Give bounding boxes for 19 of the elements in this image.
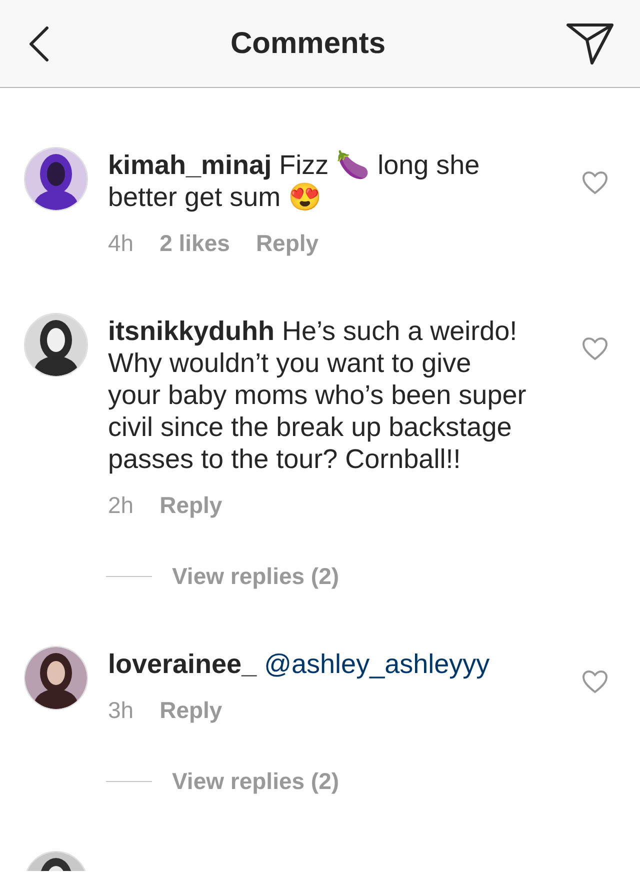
reply-link[interactable]: Reply xyxy=(256,229,319,257)
view-replies-link[interactable]: View replies (2) xyxy=(172,563,340,590)
comment-time: 3h xyxy=(108,696,134,724)
heart-icon[interactable] xyxy=(582,670,608,694)
view-replies-link[interactable]: View replies (2) xyxy=(172,768,340,795)
page-title: Comments xyxy=(230,26,386,60)
comment-text: kimah_minaj Fizz 🍆 long she better get sum 😍 xyxy=(108,149,481,213)
send-icon[interactable] xyxy=(566,22,614,64)
mention-link[interactable]: @ashley_ashleyyy xyxy=(264,649,490,679)
comment-text: itsnikkyduhh He’s such a weirdo! Why wouldn’t you want to give your baby moms who’s been super civil since the break up backstage passes to the tour? Cornball!! xyxy=(108,315,528,475)
heart-icon[interactable] xyxy=(582,171,608,195)
back-icon[interactable] xyxy=(28,26,50,62)
reply-link[interactable]: Reply xyxy=(160,696,222,724)
heart-icon[interactable] xyxy=(582,337,608,361)
reply-link[interactable]: Reply xyxy=(160,491,222,519)
like-count[interactable]: 2 likes xyxy=(160,229,230,257)
comment-time: 4h xyxy=(108,229,134,257)
comment-time: 2h xyxy=(108,491,134,519)
comment-text: loverainee_ @ashley_ashleyyy xyxy=(108,648,491,680)
